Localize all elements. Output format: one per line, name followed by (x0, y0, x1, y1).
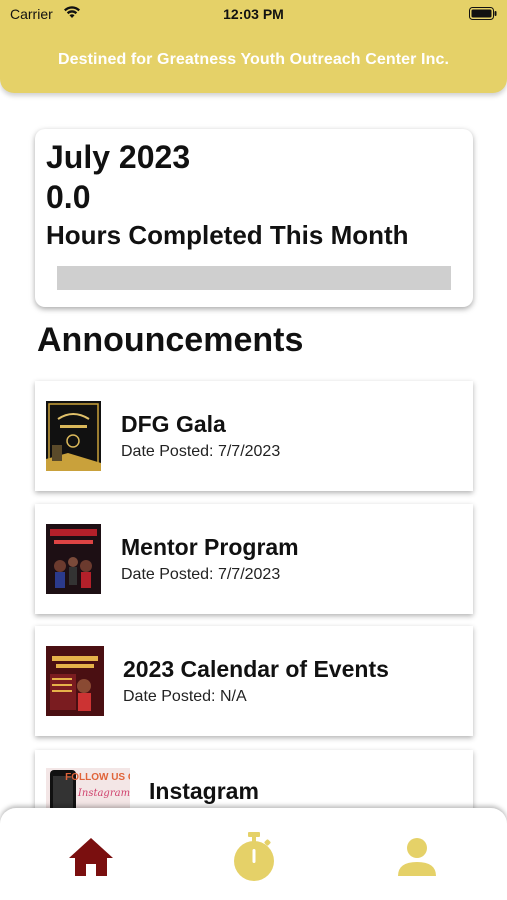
announcement-title: DFG Gala (121, 411, 226, 437)
announcement-date: Date Posted: 7/7/2023 (121, 443, 281, 460)
announcements-heading: Announcements (37, 321, 304, 359)
bottom-tab-bar (0, 808, 507, 900)
app-header: Carrier 12:03 PM Destined for Greatness … (0, 0, 507, 93)
announcement-date: Date Posted: 7/7/2023 (121, 566, 281, 583)
hours-value: 0.0 (46, 179, 91, 215)
home-icon (67, 836, 115, 883)
hours-summary-card: July 2023 0.0 Hours Completed This Month (35, 129, 473, 307)
mentor-flyer-thumbnail (46, 524, 101, 594)
announcement-title: Instagram (149, 778, 259, 804)
announcement-card-dfg-gala[interactable]: DFG Gala Date Posted: 7/7/2023 (35, 381, 473, 491)
status-time: 12:03 PM (223, 6, 284, 22)
month-label: July 2023 (46, 139, 191, 175)
tab-timer[interactable] (229, 831, 279, 882)
hours-caption: Hours Completed This Month (46, 220, 409, 250)
tab-profile[interactable] (392, 836, 442, 882)
announcement-card-calendar-of-events[interactable]: 2023 Calendar of Events Date Posted: N/A (35, 626, 473, 736)
announcement-title: Mentor Program (121, 534, 299, 560)
stopwatch-icon (231, 831, 277, 887)
tab-home[interactable] (66, 836, 116, 882)
svg-text:Instagram: Instagram (77, 788, 130, 799)
battery-icon (469, 7, 497, 25)
announcement-title: 2023 Calendar of Events (123, 656, 389, 682)
status-bar: Carrier 12:03 PM (0, 0, 507, 28)
gala-flyer-thumbnail (46, 401, 101, 471)
app-title: Destined for Greatness Youth Outreach Ce… (57, 51, 450, 68)
announcement-date: Date Posted: N/A (123, 688, 247, 705)
person-icon (396, 836, 438, 883)
hours-progress-bar (57, 266, 451, 290)
calendar-flyer-thumbnail (46, 646, 104, 716)
announcement-card-mentor-program[interactable]: Mentor Program Date Posted: 7/7/2023 (35, 504, 473, 614)
instagram-thumb-text: FOLLOW US ON (65, 772, 130, 783)
